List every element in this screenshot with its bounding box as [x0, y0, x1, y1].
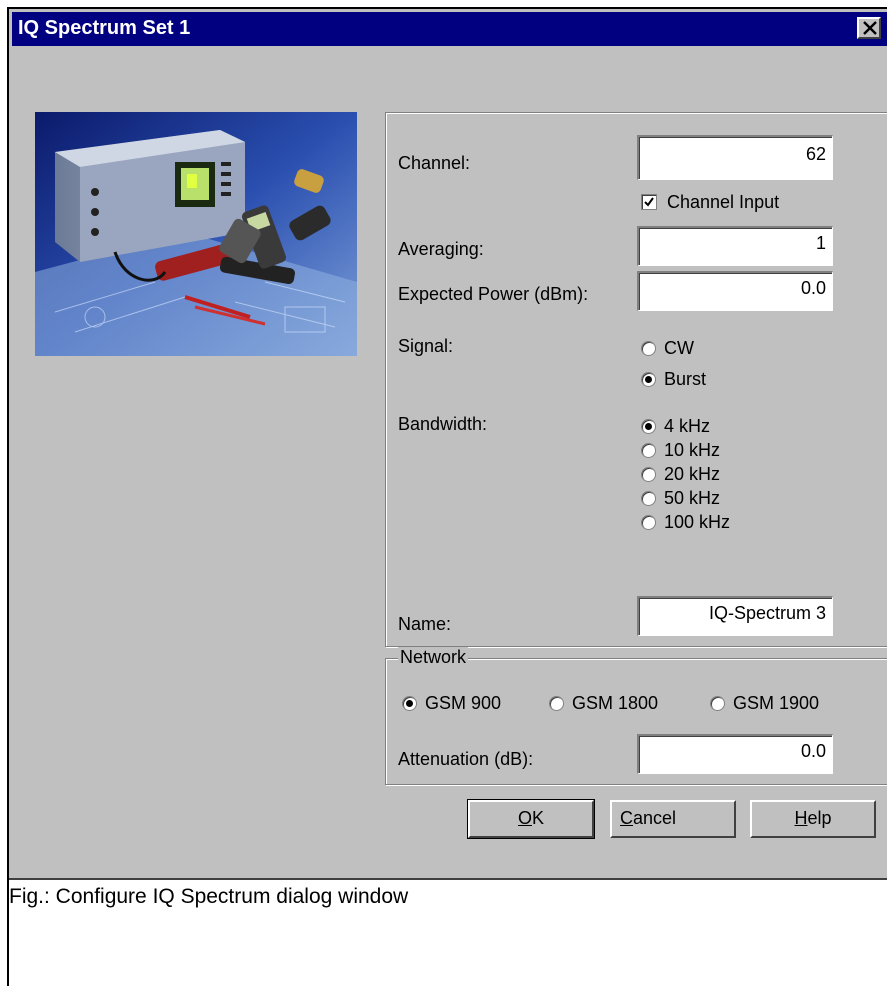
radio-off-icon — [641, 467, 656, 482]
radio-off-icon — [641, 443, 656, 458]
help-mnemonic: H — [794, 808, 808, 828]
figure-caption: Fig.: Configure IQ Spectrum dialog windo… — [9, 885, 409, 908]
bandwidth-10khz-label: 10 kHz — [664, 440, 721, 460]
signal-burst-radio[interactable]: Burst — [641, 369, 706, 390]
radio-on-icon — [641, 419, 656, 434]
name-label: Name: — [398, 614, 452, 634]
name-field[interactable]: IQ-Spectrum 3 — [637, 596, 833, 636]
gsm1900-label: GSM 1900 — [733, 693, 820, 713]
bandwidth-4khz-radio[interactable]: 4 kHz — [641, 416, 710, 437]
expected-power-field[interactable]: 0.0 — [637, 271, 833, 311]
radio-off-icon — [641, 341, 656, 356]
cancel-label: ancel — [633, 808, 677, 828]
bandwidth-20khz-radio[interactable]: 20 kHz — [641, 464, 720, 485]
gsm1800-radio[interactable]: GSM 1800 — [549, 693, 658, 714]
dialog-title: IQ Spectrum Set 1 — [18, 17, 191, 39]
radio-on-icon — [402, 696, 417, 711]
expected-power-label: Expected Power (dBm): — [398, 284, 589, 304]
radio-on-icon — [641, 372, 656, 387]
channel-input-checkbox[interactable]: Channel Input — [641, 192, 779, 213]
averaging-field[interactable]: 1 — [637, 226, 833, 266]
settings-panel: Channel: 62 Channel Input Averaging: 1 E… — [385, 112, 887, 647]
instrument-photo — [35, 112, 357, 356]
signal-burst-label: Burst — [664, 369, 707, 389]
gsm900-radio[interactable]: GSM 900 — [402, 693, 501, 714]
title-bar[interactable]: IQ Spectrum Set 1 — [12, 12, 887, 46]
channel-label: Channel: — [398, 153, 471, 173]
ok-label: K — [532, 808, 545, 828]
help-button[interactable]: Help — [750, 800, 876, 838]
bandwidth-4khz-label: 4 kHz — [664, 416, 711, 436]
signal-cw-radio[interactable]: CW — [641, 338, 694, 359]
bandwidth-50khz-label: 50 kHz — [664, 488, 721, 508]
gsm900-label: GSM 900 — [425, 693, 502, 713]
channel-field[interactable]: 62 — [637, 135, 833, 180]
averaging-label: Averaging: — [398, 239, 484, 259]
checkbox-checked-icon — [641, 194, 657, 210]
iq-spectrum-dialog: IQ Spectrum Set 1 Channel: 62 Channel In… — [9, 9, 887, 880]
close-button[interactable] — [857, 17, 881, 39]
attenuation-field[interactable]: 0.0 — [637, 734, 833, 774]
signal-label: Signal: — [398, 336, 454, 356]
attenuation-label: Attenuation (dB): — [398, 749, 534, 769]
radio-off-icon — [549, 696, 564, 711]
network-group: Network GSM 900 GSM 1800 GSM 1900 Attenu… — [385, 647, 887, 785]
bandwidth-10khz-radio[interactable]: 10 kHz — [641, 440, 720, 461]
bandwidth-100khz-label: 100 kHz — [664, 512, 731, 532]
network-legend: Network — [398, 647, 469, 668]
close-icon — [863, 21, 877, 35]
bandwidth-100khz-radio[interactable]: 100 kHz — [641, 512, 730, 533]
bandwidth-20khz-label: 20 kHz — [664, 464, 721, 484]
channel-input-label: Channel Input — [667, 192, 780, 212]
radio-off-icon — [641, 515, 656, 530]
ok-button[interactable]: OK — [467, 799, 595, 839]
ok-mnemonic: O — [517, 808, 532, 828]
gsm1900-radio[interactable]: GSM 1900 — [710, 693, 819, 714]
cancel-mnemonic: C — [620, 808, 633, 828]
gsm1800-label: GSM 1800 — [572, 693, 659, 713]
radio-off-icon — [641, 491, 656, 506]
signal-cw-label: CW — [664, 338, 694, 358]
bandwidth-label: Bandwidth: — [398, 414, 488, 434]
help-label: elp — [807, 808, 832, 828]
bandwidth-50khz-radio[interactable]: 50 kHz — [641, 488, 720, 509]
radio-off-icon — [710, 696, 725, 711]
cancel-button[interactable]: Cancel — [610, 800, 736, 838]
